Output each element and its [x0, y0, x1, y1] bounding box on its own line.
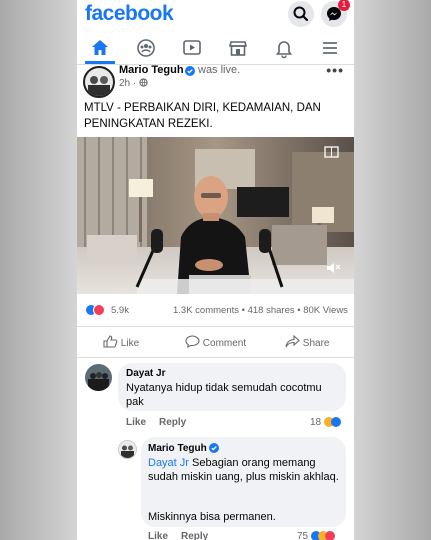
post-meta: 2h ·	[119, 78, 148, 89]
tab-notifications[interactable]	[269, 34, 299, 62]
globe-icon	[139, 78, 148, 87]
verified-badge-icon	[209, 443, 219, 453]
comment-like-button[interactable]: Like	[126, 417, 146, 428]
post-header: Mario Teguh was live. 2h · •••	[77, 62, 354, 98]
post-text: MTLV - PERBAIKAN DIRI, KEDAMAIAN, DAN PE…	[84, 102, 321, 130]
bell-icon	[275, 41, 293, 59]
friends-icon	[137, 39, 155, 57]
reply-author[interactable]: Mario Teguh	[148, 443, 207, 454]
video-frame	[77, 137, 354, 294]
post-stats: 5.9k 1.3K comments • 418 shares • 80K Vi…	[77, 300, 354, 320]
reply-like-button[interactable]: Like	[148, 531, 168, 540]
facebook-logo[interactable]: facebook	[85, 2, 174, 26]
comment-bubble: Dayat Jr Nyatanya hidup tidak semudah co…	[118, 363, 346, 411]
like-button[interactable]: Like	[103, 335, 139, 349]
top-bar: facebook 1	[77, 0, 354, 30]
share-icon	[285, 334, 300, 348]
comment-reaction-count[interactable]: 18	[310, 417, 341, 428]
post-stats-text[interactable]: 1.3K comments • 418 shares • 80K Views	[173, 305, 348, 316]
home-icon	[92, 40, 108, 55]
reply-reply-button[interactable]: Reply	[181, 531, 208, 540]
comment-text: Nyatanya hidup tidak semudah cocotmu pak	[126, 382, 322, 408]
thumbs-up-icon	[103, 335, 118, 348]
right-blur-background	[354, 0, 431, 540]
share-button[interactable]: Share	[285, 334, 330, 349]
comment-reply-button[interactable]: Reply	[159, 417, 186, 428]
comment-author[interactable]: Dayat Jr	[126, 368, 165, 379]
share-label: Share	[302, 338, 330, 349]
post-time[interactable]: 2h	[119, 78, 130, 89]
hamburger-menu-icon	[323, 42, 337, 54]
post-author-name[interactable]: Mario Teguh	[119, 64, 184, 76]
reactions-count[interactable]: 5.9k	[111, 305, 129, 316]
verified-badge-icon	[185, 66, 195, 76]
reply-author-avatar[interactable]	[118, 440, 137, 459]
tab-friends[interactable]	[131, 34, 161, 62]
messenger-button[interactable]: 1	[321, 0, 350, 27]
post-actions: Like Comment Share	[77, 326, 354, 358]
live-video[interactable]	[77, 137, 354, 294]
commenter-avatar[interactable]	[85, 364, 112, 391]
reply-bubble: Mario Teguh Dayat Jr Sebagian orang mema…	[141, 437, 346, 527]
separator-dot: ·	[132, 78, 137, 89]
avatar-image	[85, 364, 112, 391]
notification-badge: 1	[338, 0, 350, 11]
marketplace-icon	[228, 41, 248, 56]
like-reaction-icon	[330, 417, 341, 428]
mention-link[interactable]: Dayat Jr	[148, 457, 189, 469]
left-blur-background	[0, 0, 77, 540]
reply-text-second: Miskinnya bisa permanen.	[148, 511, 276, 523]
comment-label: Comment	[202, 338, 247, 349]
reaction-count: 75	[297, 531, 309, 540]
post-status: was live.	[198, 64, 241, 76]
author-avatar[interactable]	[83, 66, 115, 98]
love-reaction-icon	[324, 531, 335, 540]
tab-marketplace[interactable]	[223, 34, 253, 62]
avatar-image	[85, 68, 113, 96]
comment-icon	[185, 335, 200, 349]
more-options-icon[interactable]: •••	[326, 62, 344, 78]
search-button[interactable]	[288, 1, 314, 27]
love-reaction-icon	[93, 304, 105, 316]
phone-screen: facebook 1 Mario Teguh was live. 2h · ••…	[77, 0, 354, 540]
video-icon	[183, 40, 201, 55]
nav-bar	[77, 34, 354, 65]
like-label: Like	[120, 338, 140, 349]
reaction-icons[interactable]	[85, 304, 105, 316]
reply-reaction-count[interactable]: 75	[297, 531, 335, 540]
reply-text: Dayat Jr Sebagian orang memang sudah mis…	[148, 456, 340, 484]
tab-watch[interactable]	[177, 34, 207, 62]
comment-button[interactable]: Comment	[185, 335, 246, 349]
avatar-image	[119, 441, 136, 458]
tab-home[interactable]	[85, 34, 115, 64]
search-icon	[293, 6, 309, 22]
reaction-count: 18	[310, 417, 322, 428]
tab-menu[interactable]	[315, 34, 345, 62]
